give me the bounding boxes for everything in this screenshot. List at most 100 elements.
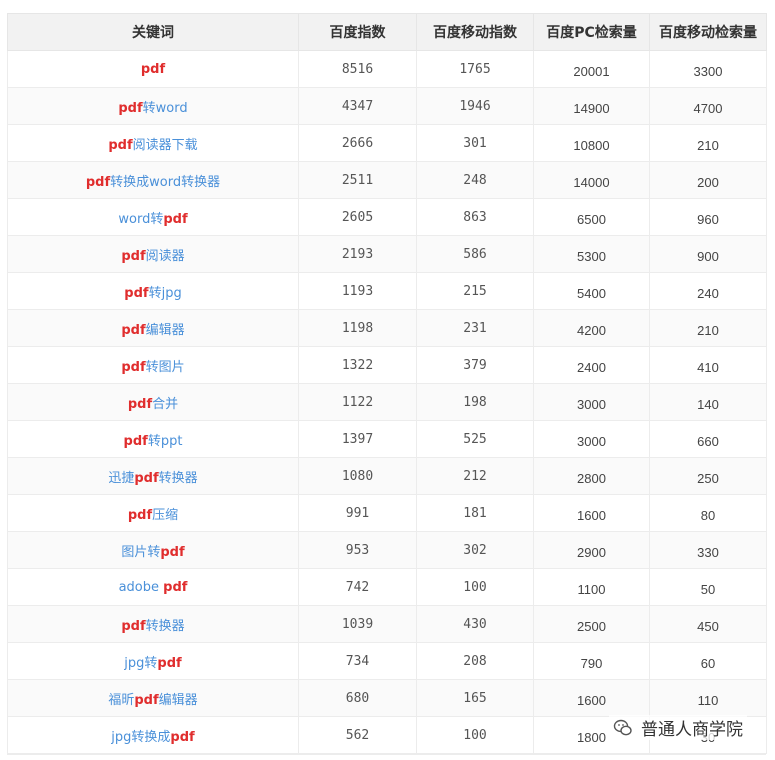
keyword-link[interactable]: pdf阅读器 <box>7 235 299 273</box>
cell-mobile-index-value: 165 <box>463 690 487 706</box>
keyword-highlight: pdf <box>170 729 195 745</box>
cell-mobile-index: 863 <box>416 198 534 236</box>
cell-mobile-index: 181 <box>416 494 534 532</box>
cell-pc-search-volume-value: 4200 <box>577 322 606 338</box>
cell-baidu-index: 991 <box>298 494 417 532</box>
cell-mobile-search-volume: 3300 <box>649 50 767 88</box>
table-body: pdf 8516 1765 20001 3300 pdf转word 4347 1946 1490… <box>7 50 767 754</box>
cell-baidu-index: 2666 <box>298 124 417 162</box>
cell-baidu-index-value: 1322 <box>341 357 374 373</box>
header-baidu-index[interactable]: 百度指数 <box>298 13 417 51</box>
cell-mobile-search-volume: 330 <box>649 531 767 569</box>
cell-baidu-index-value: 1198 <box>341 320 374 336</box>
table-row: pdf 8516 1765 20001 3300 <box>7 50 767 88</box>
cell-baidu-index-value: 1080 <box>341 468 374 484</box>
cell-mobile-index: 248 <box>416 161 534 199</box>
keyword-text: 编辑器 <box>158 692 198 708</box>
cell-baidu-index: 734 <box>298 642 417 680</box>
cell-pc-search-volume-value: 1800 <box>577 729 606 745</box>
keyword-link[interactable]: pdf转换器 <box>7 605 299 643</box>
keyword-link[interactable]: pdf转图片 <box>7 346 299 384</box>
keyword-text: 转word <box>142 100 188 116</box>
keyword-text: 合并 <box>152 396 179 412</box>
cell-mobile-index: 212 <box>416 457 534 495</box>
table-row: pdf转jpg 1193 215 5400 240 <box>7 272 767 310</box>
cell-mobile-search-volume: 250 <box>649 457 767 495</box>
cell-baidu-index: 562 <box>298 716 417 754</box>
table-row: pdf阅读器下载 2666 301 10800 210 <box>7 124 767 162</box>
cell-pc-search-volume-value: 3000 <box>577 433 606 449</box>
cell-mobile-search-volume: 450 <box>649 605 767 643</box>
cell-mobile-index-value: 181 <box>463 505 487 521</box>
keyword-text: 转换成word转换器 <box>110 174 221 190</box>
cell-mobile-index: 586 <box>416 235 534 273</box>
keyword-link[interactable]: adobe pdf <box>7 568 299 606</box>
cell-mobile-search-volume: 200 <box>649 161 767 199</box>
cell-pc-search-volume: 2400 <box>533 346 650 384</box>
cell-mobile-search-volume-value: 240 <box>697 285 719 301</box>
keyword-link[interactable]: 福昕pdf编辑器 <box>7 679 299 717</box>
keyword-highlight: pdf <box>123 433 148 449</box>
cell-mobile-search-volume: 110 <box>649 679 767 717</box>
keyword-link[interactable]: pdf转word <box>7 87 299 125</box>
cell-baidu-index: 8516 <box>298 50 417 88</box>
keyword-link[interactable]: pdf阅读器下载 <box>7 124 299 162</box>
header-keyword[interactable]: 关键词 <box>7 13 299 51</box>
keyword-text: 压缩 <box>152 507 179 523</box>
table-row: pdf转word 4347 1946 14900 4700 <box>7 87 767 125</box>
header-mobile-search-volume[interactable]: 百度移动检索量 <box>649 13 767 51</box>
keyword-link[interactable]: jpg转pdf <box>7 642 299 680</box>
keyword-highlight: pdf <box>85 174 111 190</box>
keyword-link[interactable]: pdf转jpg <box>7 272 299 310</box>
cell-baidu-index-value: 8516 <box>341 61 374 77</box>
keyword-link[interactable]: 图片转pdf <box>7 531 299 569</box>
keyword-link[interactable]: pdf转ppt <box>7 420 299 458</box>
keyword-link[interactable]: word转pdf <box>7 198 299 236</box>
cell-pc-search-volume-value: 3000 <box>577 396 606 412</box>
cell-mobile-index: 525 <box>416 420 534 458</box>
cell-mobile-search-volume-value: 330 <box>697 544 719 560</box>
cell-mobile-search-volume: 60 <box>649 642 767 680</box>
cell-baidu-index-value: 953 <box>345 542 370 558</box>
keyword-link[interactable]: pdf压缩 <box>7 494 299 532</box>
header-pc-search-volume[interactable]: 百度PC检索量 <box>533 13 650 51</box>
cell-baidu-index: 953 <box>298 531 417 569</box>
cell-mobile-index-value: 1946 <box>459 98 491 114</box>
cell-mobile-search-volume: 80 <box>649 494 767 532</box>
keyword-link[interactable]: jpg转换成pdf <box>7 716 299 754</box>
cell-mobile-search-volume-value: 200 <box>697 174 719 190</box>
keyword-link[interactable]: pdf <box>7 50 299 88</box>
cell-pc-search-volume-value: 2400 <box>577 359 606 375</box>
cell-baidu-index: 2605 <box>298 198 417 236</box>
table-row: 迅捷pdf转换器 1080 212 2800 250 <box>7 457 767 495</box>
table-row: pdf阅读器 2193 586 5300 900 <box>7 235 767 273</box>
keyword-highlight: pdf <box>121 618 146 634</box>
cell-pc-search-volume-value: 10800 <box>573 137 610 153</box>
cell-pc-search-volume: 3000 <box>533 420 650 458</box>
cell-pc-search-volume: 1100 <box>533 568 650 606</box>
keyword-text: 图片转 <box>121 544 161 560</box>
cell-baidu-index: 1080 <box>298 457 417 495</box>
table-row: jpg转pdf 734 208 790 60 <box>7 642 767 680</box>
table-row: pdf转图片 1322 379 2400 410 <box>7 346 767 384</box>
keyword-link[interactable]: pdf编辑器 <box>7 309 299 347</box>
cell-mobile-index: 198 <box>416 383 534 421</box>
cell-mobile-index-value: 212 <box>463 468 487 484</box>
cell-pc-search-volume: 14900 <box>533 87 650 125</box>
keyword-link[interactable]: pdf合并 <box>7 383 299 421</box>
keyword-text: word转 <box>118 211 164 227</box>
wechat-icon <box>613 719 632 735</box>
cell-pc-search-volume: 5400 <box>533 272 650 310</box>
keyword-text: 转换器 <box>158 470 198 486</box>
keyword-highlight: pdf <box>118 100 143 116</box>
cell-baidu-index-value: 742 <box>345 579 370 595</box>
cell-mobile-index: 1765 <box>416 50 534 88</box>
cell-mobile-search-volume: 960 <box>649 198 767 236</box>
cell-mobile-index-value: 1765 <box>459 61 491 77</box>
cell-pc-search-volume: 1600 <box>533 679 650 717</box>
cell-baidu-index-value: 734 <box>345 653 370 669</box>
keyword-link[interactable]: pdf转换成word转换器 <box>7 161 299 199</box>
keyword-link[interactable]: 迅捷pdf转换器 <box>7 457 299 495</box>
header-mobile-index[interactable]: 百度移动指数 <box>416 13 534 51</box>
cell-mobile-index: 379 <box>416 346 534 384</box>
